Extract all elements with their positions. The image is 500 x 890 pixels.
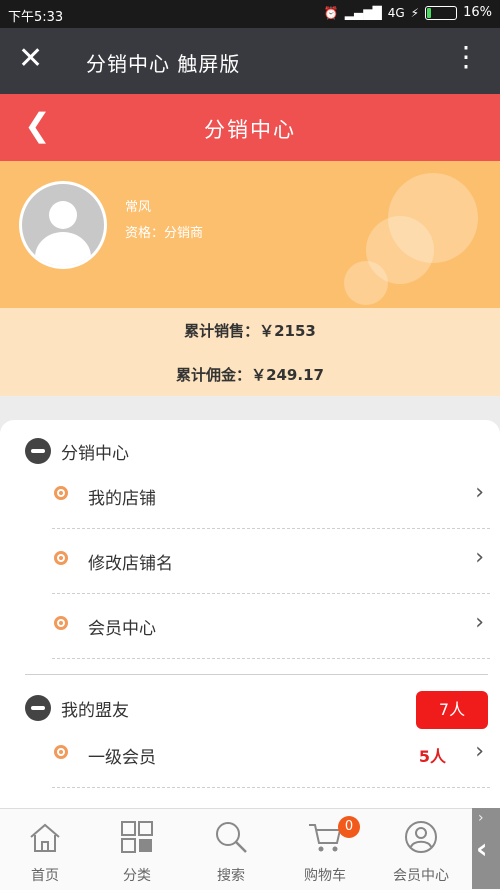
menu-card: 分销中心 我的店铺 › 修改店铺名 › 会员中心 › 我的盟友 7人 一级会员 … — [0, 420, 500, 820]
close-icon[interactable]: ✕ — [18, 44, 43, 74]
section-divider — [25, 674, 488, 675]
chevron-right-icon: › — [475, 480, 484, 505]
tab-label: 首页 — [31, 868, 59, 884]
tab-search[interactable]: 搜索 — [186, 809, 276, 890]
profile-banner: 常风 资格：分销商 — [0, 161, 500, 308]
member-count: 5人 — [418, 747, 446, 766]
chevron-right-icon: › — [475, 610, 484, 635]
network-type: 4G — [387, 5, 405, 20]
home-icon — [30, 823, 60, 852]
tab-label: 搜索 — [217, 868, 245, 884]
section-allies[interactable]: 我的盟友 — [25, 695, 129, 721]
collapse-icon — [25, 695, 51, 721]
total-commission-label: 累计佣金： — [176, 366, 252, 384]
tab-home[interactable]: 首页 — [0, 809, 90, 890]
stats-panel: 累计销售：￥2153 累计佣金：￥249.17 — [0, 308, 500, 396]
bullet-icon — [54, 616, 68, 630]
user-level: 资格：分销商 — [125, 226, 204, 241]
decor-bubble-small — [344, 261, 388, 305]
bullet-icon — [54, 745, 68, 759]
total-sales-value: ￥2153 — [259, 322, 316, 340]
menu-item-label: 会员中心 — [88, 619, 156, 639]
menu-item-label: 一级会员 — [88, 748, 156, 768]
user-name: 常风 — [125, 200, 152, 215]
menu-item-level1-members[interactable]: 一级会员 5人 › — [52, 723, 490, 788]
more-vertical-icon[interactable]: ⋮ — [452, 42, 480, 72]
menu-item-my-shop[interactable]: 我的店铺 › — [52, 464, 490, 529]
tab-label: 分类 — [123, 868, 151, 884]
page-header: ❮ 分销中心 — [0, 94, 500, 161]
status-bar: 下午5:33 ⏰ ▂▄▆█ 4G ⚡ 16% — [0, 0, 500, 28]
tab-label: 会员中心 — [393, 868, 449, 884]
menu-item-label: 我的店铺 — [88, 489, 156, 509]
tab-label: 购物车 — [304, 868, 346, 884]
collapse-icon — [25, 438, 51, 464]
total-commission: 累计佣金：￥249.17 — [0, 364, 500, 385]
battery-icon — [425, 5, 458, 20]
search-icon — [216, 822, 247, 853]
app-bar: ✕ 分销中心 触屏版 ⋮ — [0, 28, 500, 94]
chevron-right-icon: › — [475, 545, 484, 570]
charging-icon: ⚡ — [410, 5, 420, 20]
avatar[interactable] — [19, 181, 107, 269]
signal-icon: ▂▄▆█ — [344, 5, 382, 20]
section-distribution[interactable]: 分销中心 — [25, 438, 129, 464]
user-icon — [405, 821, 437, 853]
total-commission-value: ￥249.17 — [251, 366, 324, 384]
alarm-icon: ⏰ — [323, 5, 339, 20]
section-title: 分销中心 — [61, 443, 129, 464]
page-title: 分销中心 — [204, 118, 296, 142]
total-sales-label: 累计销售： — [184, 322, 260, 340]
chevron-left-icon: ‹ — [476, 832, 488, 865]
bullet-icon — [54, 486, 68, 500]
battery-percent: 16% — [463, 5, 492, 20]
status-icons: ⏰ ▂▄▆█ 4G ⚡ 16% — [324, 5, 492, 20]
menu-item-label: 修改店铺名 — [88, 554, 173, 574]
menu-item-rename-shop[interactable]: 修改店铺名 › — [52, 529, 490, 594]
grid-icon — [121, 821, 153, 853]
cart-count-badge: 0 — [338, 816, 360, 838]
app-title: 分销中心 触屏版 — [86, 52, 241, 76]
side-scroll-handle[interactable]: › ‹ — [472, 808, 500, 889]
tab-category[interactable]: 分类 — [92, 809, 182, 890]
section-title: 我的盟友 — [61, 700, 129, 721]
total-sales: 累计销售：￥2153 — [0, 320, 500, 341]
status-time: 下午5:33 — [8, 10, 64, 25]
tab-member-center[interactable]: 会员中心 — [376, 809, 466, 890]
chevron-up-icon: › — [478, 810, 484, 826]
bullet-icon — [54, 551, 68, 565]
menu-item-member-center[interactable]: 会员中心 › — [52, 594, 490, 659]
bottom-tab-bar: 首页 分类 搜索 购物车 会员中心 — [0, 808, 500, 890]
chevron-right-icon: › — [475, 739, 484, 764]
